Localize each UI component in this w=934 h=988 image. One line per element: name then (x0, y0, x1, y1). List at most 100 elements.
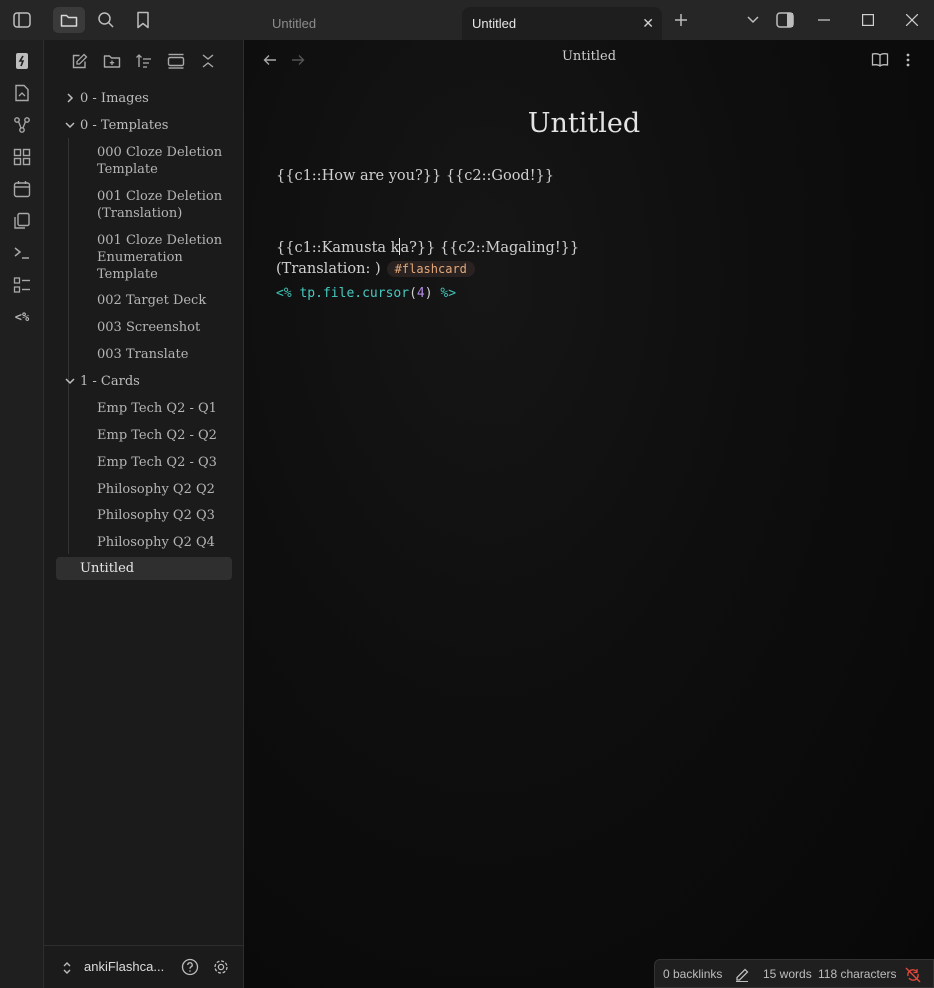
chevron-down-icon[interactable] (741, 8, 765, 32)
line-text: (Translation: ) (276, 261, 381, 277)
line-text: {{c1::Kamusta k (276, 240, 400, 256)
folder-images[interactable]: 0 - Images (62, 87, 149, 109)
word-count: 15 words (763, 967, 812, 981)
title-bar: Untitled Untitled ✕ (0, 0, 934, 40)
character-count: 118 characters (818, 967, 897, 981)
file-label: 001 Cloze Deletion (97, 233, 223, 248)
new-note-icon[interactable] (69, 50, 91, 72)
sort-icon[interactable] (133, 50, 155, 72)
file-label: Philosophy Q2 Q2 (97, 482, 215, 497)
file-emp-tech-q2-q1[interactable]: Emp Tech Q2 - Q1 (97, 400, 237, 417)
templater-argument: 4 (416, 286, 425, 301)
tree-guide (68, 394, 69, 554)
calendar-icon[interactable] (11, 178, 33, 200)
editor-line-2[interactable]: {{c1::Kamusta ka?}} {{c2::Magaling!}} (276, 238, 579, 256)
note-title[interactable]: Untitled (244, 108, 924, 139)
file-label: Emp Tech Q2 - Q2 (97, 428, 217, 443)
edit-mode-icon[interactable] (735, 968, 749, 982)
editor-line-3[interactable]: (Translation: ) #flashcard (276, 261, 475, 277)
settings-gear-icon[interactable] (212, 958, 230, 976)
file-philosophy-q2-q4[interactable]: Philosophy Q2 Q4 (97, 534, 237, 551)
file-label: Philosophy Q2 Q4 (97, 535, 215, 550)
file-label: Enumeration (97, 250, 183, 265)
window-close-icon[interactable] (900, 8, 924, 32)
search-icon[interactable] (94, 8, 118, 32)
copy-icon[interactable] (11, 210, 33, 232)
folder-cards[interactable]: 1 - Cards (62, 370, 140, 392)
sync-error-icon[interactable] (905, 967, 921, 983)
templater-icon[interactable]: <% (10, 306, 34, 328)
paren: ) (424, 286, 433, 301)
flashcards-icon[interactable] (11, 50, 33, 72)
file-002-target-deck[interactable]: 002 Target Deck (97, 292, 237, 309)
checklist-icon[interactable] (11, 274, 33, 296)
folder-label: 0 - Images (80, 90, 149, 106)
file-003-translate[interactable]: 003 Translate (97, 346, 237, 363)
chevron-down-icon (62, 377, 78, 385)
file-explorer: 0 - Images 0 - Templates 000 Cloze Delet… (44, 40, 244, 988)
line-text: a?}} {{c2::Magaling!}} (400, 240, 580, 256)
file-label: Template (97, 267, 158, 282)
view-header-title[interactable]: Untitled (244, 49, 934, 64)
file-label: Untitled (80, 561, 135, 576)
file-label: 003 Screenshot (97, 320, 201, 335)
file-untitled-selected[interactable]: Untitled (56, 557, 232, 580)
chevron-down-icon (62, 121, 78, 129)
new-folder-icon[interactable] (101, 50, 123, 72)
folder-icon[interactable] (53, 7, 85, 33)
terminal-icon[interactable] (11, 242, 33, 264)
file-label: 003 Translate (97, 347, 189, 362)
file-label: Emp Tech Q2 - Q3 (97, 455, 217, 470)
vault-switcher-bar: ankiFlashca... (44, 945, 243, 988)
templater-command-line[interactable]: <% tp.file.cursor(4) %> (276, 286, 456, 301)
backlinks-count[interactable]: 0 backlinks (663, 967, 722, 981)
tab-label: Untitled (272, 16, 317, 31)
status-bar: 0 backlinks 15 words 118 characters (654, 959, 934, 988)
tab-untitled-active[interactable]: Untitled ✕ (462, 7, 662, 40)
sidebar-toggle-icon[interactable] (10, 8, 34, 32)
bookmark-icon[interactable] (131, 8, 155, 32)
close-all-icon[interactable] (197, 50, 219, 72)
editor-line-1[interactable]: {{c1::How are you?}} {{c2::Good!}} (276, 168, 554, 184)
reading-view-icon[interactable] (870, 50, 890, 70)
vault-name[interactable]: ankiFlashca... (84, 959, 164, 974)
maximize-icon[interactable] (856, 8, 880, 32)
editor-pane: Untitled Untitled {{c1::How are you?}} {… (244, 40, 934, 988)
canvas-icon[interactable] (11, 146, 33, 168)
file-label: 000 Cloze Deletion (97, 145, 223, 160)
graph-icon[interactable] (11, 114, 33, 136)
ribbon: <% (0, 40, 44, 988)
folder-label: 1 - Cards (80, 373, 140, 389)
open-file-icon[interactable] (11, 82, 33, 104)
file-001-cloze-deletion-enumeration-template[interactable]: 001 Cloze Deletion Enumeration Template (97, 232, 237, 283)
tab-close-icon[interactable]: ✕ (642, 15, 654, 32)
templater-close: %> (440, 286, 457, 301)
file-philosophy-q2-q3[interactable]: Philosophy Q2 Q3 (97, 507, 237, 524)
folder-templates[interactable]: 0 - Templates (62, 114, 168, 136)
minimize-icon[interactable] (812, 8, 836, 32)
file-label: Template (97, 162, 158, 177)
more-options-icon[interactable] (898, 50, 918, 70)
tab-label: Untitled (472, 16, 517, 31)
file-001-cloze-deletion-translation[interactable]: 001 Cloze Deletion (Translation) (97, 188, 237, 222)
paren: ( (409, 286, 417, 301)
file-000-cloze-deletion-template[interactable]: 000 Cloze Deletion Template (97, 144, 237, 178)
collapse-icon[interactable] (165, 50, 187, 72)
plus-icon[interactable] (669, 8, 693, 32)
file-philosophy-q2-q2[interactable]: Philosophy Q2 Q2 (97, 481, 237, 498)
file-emp-tech-q2-q2[interactable]: Emp Tech Q2 - Q2 (97, 427, 237, 444)
tab-untitled-inactive[interactable]: Untitled (252, 7, 457, 40)
file-label: 001 Cloze Deletion (97, 189, 223, 204)
flashcard-tag[interactable]: #flashcard (386, 261, 475, 277)
folder-label: 0 - Templates (80, 117, 169, 133)
file-label: 002 Target Deck (97, 293, 207, 308)
help-icon[interactable] (181, 958, 199, 976)
file-label: Philosophy Q2 Q3 (97, 508, 215, 523)
right-sidebar-icon[interactable] (773, 8, 797, 32)
file-003-screenshot[interactable]: 003 Screenshot (97, 319, 237, 336)
chevron-right-icon (62, 93, 78, 103)
templater-function: tp.file.cursor (299, 286, 410, 301)
file-emp-tech-q2-q3[interactable]: Emp Tech Q2 - Q3 (97, 454, 237, 471)
templater-open: <% (276, 286, 292, 301)
vault-switch-icon[interactable] (62, 960, 72, 976)
